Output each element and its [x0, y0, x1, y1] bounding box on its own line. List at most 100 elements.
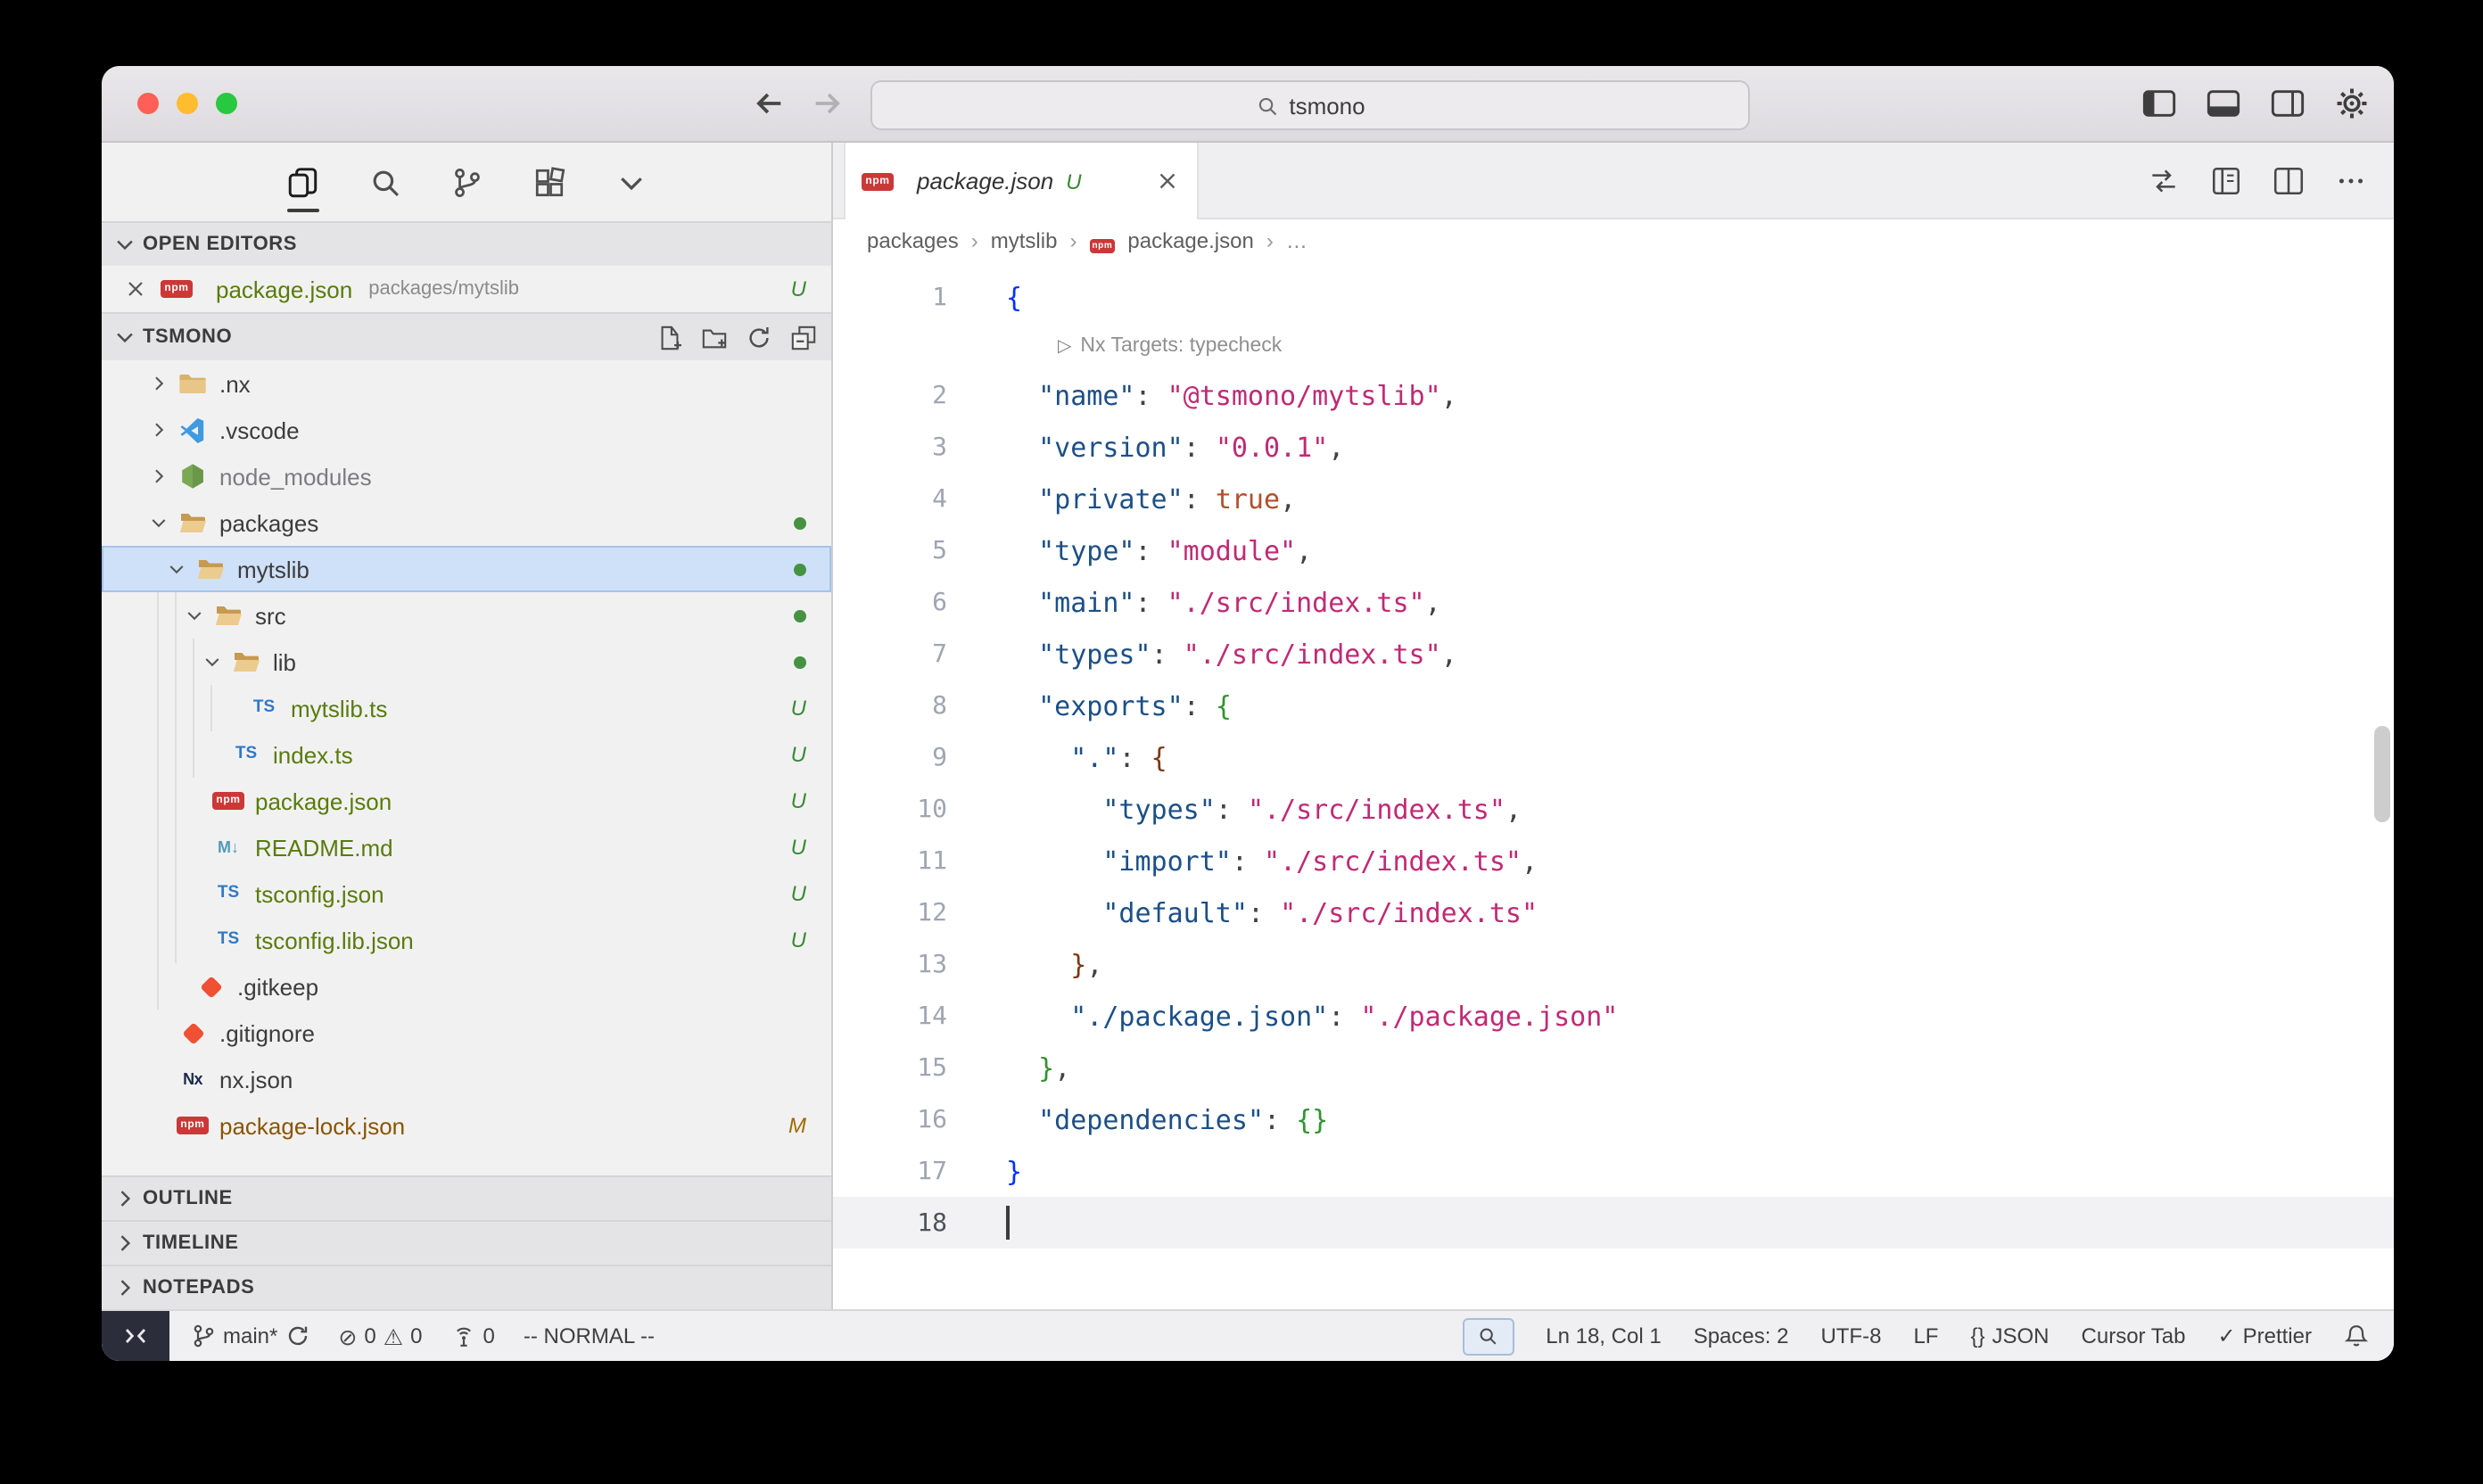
- folder-open-icon: [230, 647, 262, 676]
- cursor-tab-status[interactable]: Cursor Tab: [2082, 1323, 2186, 1348]
- breadcrumb-item-mytslib[interactable]: mytslib: [991, 228, 1058, 253]
- source-control-icon[interactable]: [447, 163, 486, 201]
- collapse-all-icon[interactable]: [790, 324, 817, 350]
- code-line-2[interactable]: 2 "name": "@tsmono/mytslib",: [833, 369, 2394, 421]
- tree-item-nx[interactable]: .nx: [102, 360, 831, 407]
- code-line-7[interactable]: 7 "types": "./src/index.ts",: [833, 628, 2394, 680]
- eol-status[interactable]: LF: [1913, 1323, 1938, 1348]
- formatter-status[interactable]: ✓ Prettier: [2218, 1323, 2313, 1348]
- ts-icon: TS: [230, 740, 262, 769]
- editor-scrollbar[interactable]: [2374, 726, 2390, 822]
- encoding-status[interactable]: UTF-8: [1820, 1323, 1881, 1348]
- close-editor-icon[interactable]: [123, 276, 148, 301]
- open-changes-icon[interactable]: [2146, 163, 2182, 197]
- command-center-search[interactable]: tsmono: [870, 80, 1750, 130]
- git-branch-status[interactable]: main*: [191, 1323, 309, 1348]
- code-line-16[interactable]: 16 "dependencies": {}: [833, 1093, 2394, 1145]
- code-line-1[interactable]: 1{: [833, 271, 2394, 323]
- new-folder-icon[interactable]: [701, 324, 728, 350]
- code-editor[interactable]: 1{▷Nx Targets: typecheck2 "name": "@tsmo…: [833, 262, 2394, 1309]
- forward-button[interactable]: [810, 86, 846, 121]
- indentation-status[interactable]: Spaces: 2: [1694, 1323, 1789, 1348]
- refresh-icon[interactable]: [746, 324, 772, 350]
- search-text: tsmono: [1289, 92, 1365, 119]
- tree-item-gitkeep[interactable]: .gitkeep: [102, 963, 831, 1010]
- open-editors-label: OPEN EDITORS: [143, 234, 297, 255]
- tree-item-readme-md[interactable]: M↓README.mdU: [102, 824, 831, 870]
- notifications-bell-icon[interactable]: [2344, 1323, 2369, 1348]
- code-line-6[interactable]: 6 "main": "./src/index.ts",: [833, 576, 2394, 628]
- split-editor-icon[interactable]: [2271, 163, 2306, 197]
- zoom-window-button[interactable]: [216, 93, 237, 114]
- toggle-primary-sidebar-icon[interactable]: [2141, 86, 2178, 121]
- tree-item-nx-json[interactable]: Nxnx.json: [102, 1056, 831, 1102]
- toggle-panel-icon[interactable]: [2205, 86, 2242, 121]
- code-line-11[interactable]: 11 "import": "./src/index.ts",: [833, 835, 2394, 886]
- tree-item-vscode[interactable]: .vscode: [102, 407, 831, 453]
- toggle-secondary-sidebar-icon[interactable]: [2269, 86, 2306, 121]
- tree-item-node-modules[interactable]: node_modules: [102, 453, 831, 499]
- ports-status[interactable]: 0: [451, 1323, 495, 1348]
- problems-status[interactable]: ⊘ 0 ⚠ 0: [338, 1323, 422, 1349]
- new-file-icon[interactable]: [656, 324, 683, 350]
- tree-item-src[interactable]: src: [102, 592, 831, 639]
- code-line-4[interactable]: 4 "private": true,: [833, 473, 2394, 524]
- line-number: 9: [833, 743, 947, 771]
- tree-item-packages[interactable]: packages: [102, 499, 831, 546]
- code-line-9[interactable]: 9 ".": {: [833, 731, 2394, 783]
- open-editor-item-package-json[interactable]: npm package.json packages/mytslib U: [102, 266, 831, 312]
- tree-item-package-json[interactable]: npmpackage.jsonU: [102, 778, 831, 824]
- open-editor-file-name: package.json: [216, 276, 352, 302]
- tree-item-tsconfig-lib-json[interactable]: TStsconfig.lib.jsonU: [102, 917, 831, 963]
- code-line-14[interactable]: 14 "./package.json": "./package.json": [833, 990, 2394, 1042]
- workspace-header[interactable]: TSMONO: [102, 312, 831, 360]
- code-line-10[interactable]: 10 "types": "./src/index.ts",: [833, 783, 2394, 835]
- line-content: {: [947, 281, 1022, 313]
- code-line-17[interactable]: 17}: [833, 1145, 2394, 1197]
- codelens-nx-targets[interactable]: ▷Nx Targets: typecheck: [833, 323, 2394, 369]
- chevron-down-icon: [184, 605, 205, 626]
- settings-gear-icon[interactable]: [2333, 86, 2371, 121]
- tree-item-gitignore[interactable]: .gitignore: [102, 1010, 831, 1056]
- chevron-down-icon: [202, 651, 223, 672]
- line-content: [947, 1206, 1009, 1240]
- more-icon[interactable]: [611, 163, 650, 201]
- code-line-18[interactable]: 18: [833, 1197, 2394, 1249]
- cursor-position-status[interactable]: Ln 18, Col 1: [1546, 1323, 1661, 1348]
- tree-item-mytslib[interactable]: mytslib: [102, 546, 831, 592]
- code-line-15[interactable]: 15 },: [833, 1042, 2394, 1093]
- tree-item-tsconfig-json[interactable]: TStsconfig.jsonU: [102, 870, 831, 917]
- open-preview-icon[interactable]: [2208, 163, 2244, 197]
- tree-item-lib[interactable]: lib: [102, 639, 831, 685]
- more-actions-icon[interactable]: [2333, 163, 2369, 197]
- breadcrumb-item-package-json[interactable]: package.json: [1127, 228, 1253, 253]
- breadcrumb-item-packages[interactable]: packages: [867, 228, 959, 253]
- section-header-notepads[interactable]: NOTEPADS: [102, 1265, 831, 1309]
- code-line-12[interactable]: 12 "default": "./src/index.ts": [833, 886, 2394, 938]
- code-line-13[interactable]: 13 },: [833, 938, 2394, 990]
- code-line-3[interactable]: 3 "version": "0.0.1",: [833, 421, 2394, 473]
- zoom-indicator[interactable]: [1462, 1317, 1514, 1355]
- section-header-outline[interactable]: OUTLINE: [102, 1175, 831, 1220]
- code-line-8[interactable]: 8 "exports": {: [833, 680, 2394, 731]
- tree-item-index-ts[interactable]: TSindex.tsU: [102, 731, 831, 778]
- tree-item-package-lock-json[interactable]: npmpackage-lock.jsonM: [102, 1102, 831, 1149]
- status-bar: main* ⊘ 0 ⚠ 0 0 -- NORMAL --: [102, 1309, 2394, 1361]
- open-editors-header[interactable]: OPEN EDITORS: [102, 221, 831, 266]
- close-window-button[interactable]: [137, 93, 159, 114]
- git-status-badge: U: [791, 835, 806, 860]
- minimize-window-button[interactable]: [177, 93, 198, 114]
- back-button[interactable]: [751, 86, 787, 121]
- breadcrumb-item-symbol[interactable]: …: [1286, 228, 1307, 253]
- tree-item-mytslib-ts[interactable]: TSmytslib.tsU: [102, 685, 831, 731]
- chevron-down-icon: [166, 558, 187, 580]
- remote-window-button[interactable]: [102, 1311, 169, 1361]
- search-icon[interactable]: [365, 163, 404, 201]
- code-line-5[interactable]: 5 "type": "module",: [833, 524, 2394, 576]
- language-mode-status[interactable]: {} JSON: [1970, 1323, 2049, 1348]
- tab-package-json[interactable]: npm package.json U: [844, 143, 1199, 219]
- section-header-timeline[interactable]: TIMELINE: [102, 1220, 831, 1265]
- explorer-icon[interactable]: [283, 163, 322, 201]
- extensions-icon[interactable]: [529, 163, 568, 201]
- close-tab-icon[interactable]: [1154, 168, 1181, 194]
